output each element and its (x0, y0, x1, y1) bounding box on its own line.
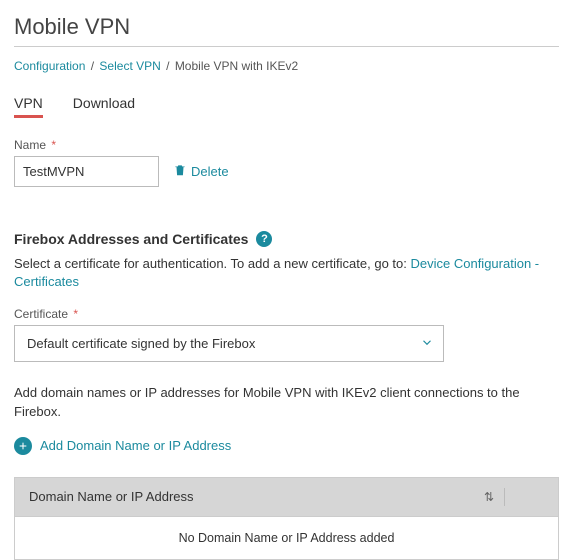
breadcrumb-current: Mobile VPN with IKEv2 (175, 59, 298, 73)
firebox-heading-text: Firebox Addresses and Certificates (14, 231, 248, 247)
domain-description: Add domain names or IP addresses for Mob… (14, 384, 559, 420)
name-field-group: Name * Delete (14, 138, 559, 187)
certificate-select[interactable]: Default certificate signed by the Firebo… (14, 325, 444, 362)
required-indicator: * (73, 307, 78, 321)
delete-label: Delete (191, 164, 229, 179)
domain-table-empty: No Domain Name or IP Address added (15, 517, 558, 559)
breadcrumb-link-configuration[interactable]: Configuration (14, 59, 85, 73)
title-divider (14, 46, 559, 47)
help-icon[interactable]: ? (256, 231, 272, 247)
tab-download[interactable]: Download (73, 95, 135, 118)
delete-button[interactable]: Delete (173, 163, 229, 180)
tabs: VPN Download (14, 95, 559, 118)
certificate-label: Certificate * (14, 307, 559, 321)
domain-column-header[interactable]: Domain Name or IP Address (29, 489, 484, 504)
tab-vpn[interactable]: VPN (14, 95, 43, 118)
name-input[interactable] (14, 156, 159, 187)
name-label: Name * (14, 138, 559, 152)
actions-column-header (504, 488, 544, 506)
domain-table: Domain Name or IP Address ⇅ No Domain Na… (14, 477, 559, 560)
certificate-description: Select a certificate for authentication.… (14, 255, 559, 291)
name-label-text: Name (14, 138, 46, 152)
firebox-section-heading: Firebox Addresses and Certificates ? (14, 231, 559, 247)
sort-icon[interactable]: ⇅ (484, 490, 494, 504)
certificate-select-value: Default certificate signed by the Firebo… (14, 325, 444, 362)
add-domain-button[interactable]: Add Domain Name or IP Address (14, 437, 231, 455)
domain-table-header: Domain Name or IP Address ⇅ (15, 478, 558, 517)
breadcrumb-sep: / (91, 59, 94, 73)
cert-desc-text: Select a certificate for authentication.… (14, 256, 411, 271)
certificate-label-text: Certificate (14, 307, 68, 321)
add-domain-label: Add Domain Name or IP Address (40, 438, 231, 453)
required-indicator: * (51, 138, 56, 152)
breadcrumb: Configuration / Select VPN / Mobile VPN … (14, 59, 559, 73)
plus-icon (14, 437, 32, 455)
breadcrumb-sep: / (166, 59, 169, 73)
page-title: Mobile VPN (14, 14, 559, 40)
breadcrumb-link-select-vpn[interactable]: Select VPN (99, 59, 160, 73)
trash-icon (173, 163, 187, 180)
